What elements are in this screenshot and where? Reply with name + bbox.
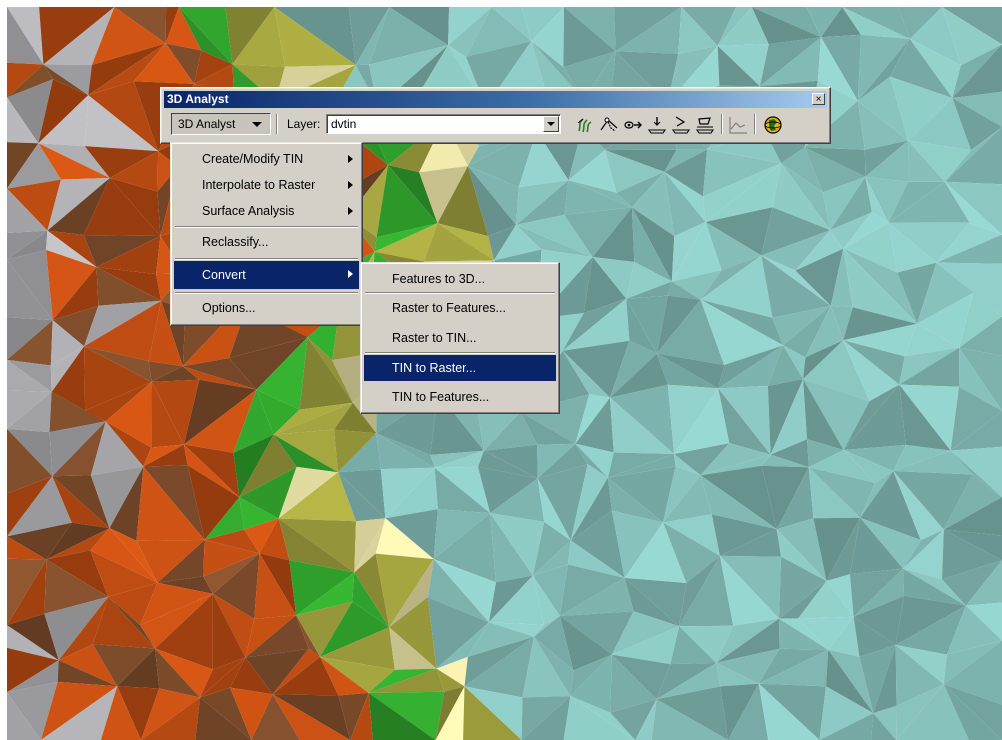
layer-value: dvtin bbox=[331, 117, 357, 131]
menu-item-label: TIN to Features... bbox=[392, 390, 490, 404]
menu-separator bbox=[175, 292, 358, 294]
menu-item-raster-to-tin[interactable]: Raster to TIN... bbox=[364, 325, 556, 351]
menu-item-surface-analysis[interactable]: Surface Analysis bbox=[174, 198, 359, 224]
submenu-arrow-icon bbox=[348, 270, 353, 278]
toolbar-separator bbox=[754, 114, 756, 134]
toolbar-title: 3D Analyst bbox=[167, 92, 229, 106]
menu-item-raster-to-features[interactable]: Raster to Features... bbox=[364, 295, 556, 321]
menu-item-label: Surface Analysis bbox=[202, 204, 295, 218]
layer-label: Layer: bbox=[287, 117, 321, 131]
menu-separator bbox=[365, 292, 555, 294]
3d-analyst-toolbar: 3D Analyst × 3D Analyst Layer: dvtin bbox=[160, 87, 831, 144]
submenu-arrow-icon bbox=[348, 155, 353, 163]
close-button[interactable]: × bbox=[812, 93, 825, 105]
menu-item-tin-to-raster[interactable]: TIN to Raster... bbox=[364, 355, 556, 381]
menu-item-label: Reclassify... bbox=[202, 235, 269, 249]
submenu-arrow-icon bbox=[348, 181, 353, 189]
menu-item-convert[interactable]: Convert bbox=[174, 261, 359, 289]
contour-tool-icon[interactable] bbox=[574, 114, 596, 136]
menu-item-options[interactable]: Options... bbox=[174, 295, 359, 321]
3d-analyst-menu: Create/Modify TIN Interpolate to Raster … bbox=[170, 142, 363, 326]
menu-button-label: 3D Analyst bbox=[178, 117, 236, 131]
menu-item-label: Create/Modify TIN bbox=[202, 152, 304, 166]
menu-item-label: TIN to Raster... bbox=[392, 361, 477, 375]
interpolate-polygon-tool-icon[interactable] bbox=[694, 114, 716, 136]
menu-item-tin-to-features[interactable]: TIN to Features... bbox=[364, 384, 556, 410]
menu-separator bbox=[365, 352, 555, 354]
menu-separator bbox=[175, 258, 358, 260]
menu-item-label: Convert bbox=[202, 268, 246, 282]
menu-item-label: Features to 3D... bbox=[392, 272, 486, 286]
interpolate-line-tool-icon[interactable] bbox=[670, 114, 692, 136]
menu-item-label: Raster to TIN... bbox=[392, 331, 477, 345]
line-of-sight-tool-icon[interactable] bbox=[622, 114, 644, 136]
steepest-path-tool-icon[interactable] bbox=[598, 114, 620, 136]
arcscene-globe-icon[interactable] bbox=[762, 114, 784, 136]
toolbar-separator bbox=[721, 114, 723, 134]
menu-separator bbox=[175, 226, 358, 228]
menu-item-create-modify-tin[interactable]: Create/Modify TIN bbox=[174, 146, 359, 172]
menu-item-reclassify[interactable]: Reclassify... bbox=[174, 229, 359, 255]
create-profile-graph-icon[interactable] bbox=[727, 114, 749, 136]
menu-item-label: Options... bbox=[202, 301, 256, 315]
menu-item-features-to-3d[interactable]: Features to 3D... bbox=[364, 266, 556, 292]
menu-item-interpolate-to-raster[interactable]: Interpolate to Raster bbox=[174, 172, 359, 198]
submenu-arrow-icon bbox=[348, 207, 353, 215]
toolbar-separator bbox=[276, 114, 278, 134]
dropdown-arrow-icon bbox=[252, 122, 262, 127]
menu-item-label: Raster to Features... bbox=[392, 301, 506, 315]
interpolate-point-tool-icon[interactable] bbox=[646, 114, 668, 136]
layer-dropdown[interactable]: dvtin bbox=[326, 114, 561, 134]
convert-submenu: Features to 3D... Raster to Features... … bbox=[360, 262, 560, 414]
chevron-down-icon[interactable] bbox=[543, 116, 559, 132]
3d-analyst-menu-button[interactable]: 3D Analyst bbox=[171, 113, 271, 135]
menu-item-label: Interpolate to Raster bbox=[202, 178, 316, 192]
toolbar-row: 3D Analyst Layer: dvtin bbox=[164, 109, 827, 141]
toolbar-titlebar[interactable]: 3D Analyst × bbox=[164, 91, 827, 108]
